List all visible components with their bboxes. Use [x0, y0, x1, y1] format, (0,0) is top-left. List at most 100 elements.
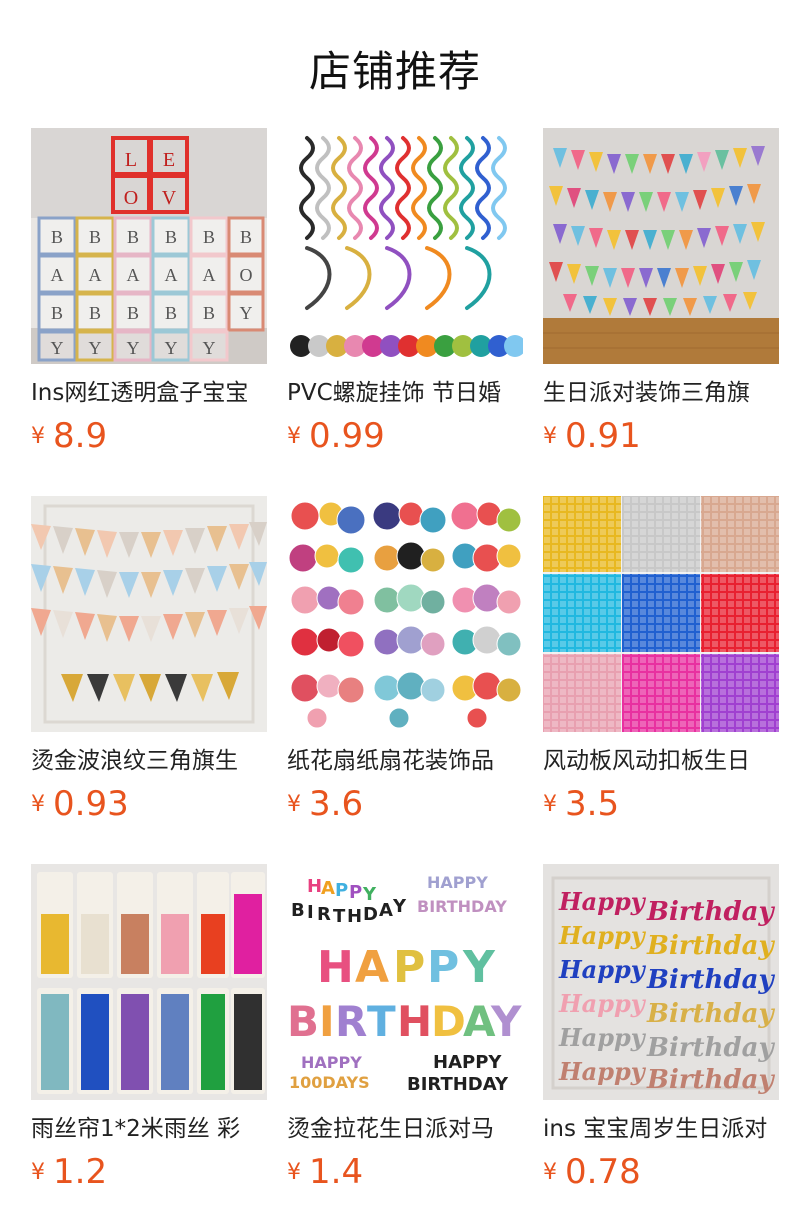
shop-recommend-page: 店铺推荐 L E O V B B B B B B A A A A A O B B… [0, 0, 790, 1232]
svg-text:O: O [240, 265, 253, 285]
product-card[interactable]: 烫金波浪纹三角旗生 ¥0.93 [31, 496, 267, 830]
svg-text:B: B [165, 227, 177, 247]
svg-text:O: O [124, 187, 138, 209]
product-card[interactable]: Happy Birthday Happy Birthday Happy Birthda… [543, 864, 779, 1198]
svg-text:B: B [89, 227, 101, 247]
svg-text:100DAYS: 100DAYS [289, 1073, 370, 1092]
product-card[interactable]: 风动板风动扣板生日 ¥3.5 [543, 496, 779, 830]
svg-text:BIRTHDAY: BIRTHDAY [407, 1074, 509, 1095]
product-card[interactable]: L E O V B B B B B B A A A A A O B B B B … [31, 128, 267, 462]
product-price: ¥8.9 [31, 416, 267, 456]
product-price: ¥0.93 [31, 784, 267, 824]
svg-text:Birthday: Birthday [646, 897, 775, 927]
pennant-banners-image[interactable] [543, 128, 779, 364]
product-name[interactable]: Ins网红透明盒子宝宝 [31, 378, 267, 408]
product-price: ¥3.5 [543, 784, 779, 824]
svg-text:H: H [347, 906, 362, 927]
svg-text:B: B [165, 303, 177, 323]
price-amount: 3.6 [309, 784, 364, 824]
product-name[interactable]: 烫金拉花生日派对马 [287, 1114, 523, 1144]
svg-text:P: P [335, 880, 348, 901]
svg-text:Birthday: Birthday [646, 931, 775, 961]
svg-text:H: H [307, 876, 322, 897]
currency-symbol: ¥ [543, 423, 557, 449]
paper-fans-image[interactable] [287, 496, 523, 732]
svg-text:A: A [203, 265, 216, 285]
gold-wave-pennants-image[interactable] [31, 496, 267, 732]
svg-text:L: L [125, 149, 137, 171]
svg-text:B: B [287, 997, 319, 1046]
currency-symbol: ¥ [543, 1159, 557, 1185]
currency-symbol: ¥ [287, 791, 301, 817]
product-name[interactable]: 烫金波浪纹三角旗生 [31, 746, 267, 776]
svg-text:A: A [321, 878, 335, 899]
svg-text:HAPPY: HAPPY [433, 1052, 502, 1073]
currency-symbol: ¥ [31, 1159, 45, 1185]
svg-text:Happy: Happy [558, 1023, 647, 1052]
svg-text:Y: Y [462, 942, 496, 993]
price-amount: 1.4 [309, 1152, 364, 1192]
product-card[interactable]: PVC螺旋挂饰 节日婚 ¥0.99 [287, 128, 523, 462]
svg-text:BIRTHDAY: BIRTHDAY [417, 897, 507, 916]
svg-text:Birthday: Birthday [646, 999, 775, 1029]
svg-text:B: B [203, 227, 215, 247]
happy-birthday-banner-image[interactable]: HAPPY BIRTHDAY HAPPY BIRTHDAY HAPPY BIRT… [287, 864, 523, 1100]
svg-text:Y: Y [240, 303, 253, 323]
svg-text:Y: Y [203, 338, 216, 358]
sequin-panels-image[interactable] [543, 496, 779, 732]
svg-text:HAPPY: HAPPY [301, 1053, 362, 1072]
svg-text:H: H [317, 942, 354, 993]
svg-text:E: E [163, 149, 175, 171]
svg-text:R: R [317, 904, 331, 925]
svg-text:B: B [291, 900, 305, 921]
svg-text:Happy: Happy [558, 1057, 647, 1086]
svg-text:Happy: Happy [558, 955, 647, 984]
svg-text:Y: Y [490, 997, 522, 1046]
svg-text:Y: Y [362, 884, 377, 905]
currency-symbol: ¥ [287, 1159, 301, 1185]
price-amount: 0.91 [565, 416, 641, 456]
product-card[interactable]: HAPPY BIRTHDAY HAPPY BIRTHDAY HAPPY BIRT… [287, 864, 523, 1198]
svg-text:Y: Y [392, 896, 407, 917]
svg-text:P: P [349, 882, 362, 903]
svg-text:Y: Y [51, 338, 64, 358]
svg-text:B: B [127, 303, 139, 323]
svg-text:T: T [367, 997, 396, 1046]
svg-text:Happy: Happy [558, 989, 647, 1018]
svg-text:H: H [397, 997, 432, 1046]
svg-text:R: R [335, 997, 367, 1046]
price-amount: 0.78 [565, 1152, 641, 1192]
product-card[interactable]: 雨丝帘1*2米雨丝 彩 ¥1.2 [31, 864, 267, 1198]
svg-text:A: A [355, 942, 389, 993]
svg-text:B: B [89, 303, 101, 323]
currency-symbol: ¥ [543, 791, 557, 817]
product-price: ¥1.4 [287, 1152, 523, 1192]
product-name[interactable]: PVC螺旋挂饰 节日婚 [287, 378, 523, 408]
svg-text:B: B [203, 303, 215, 323]
svg-text:Birthday: Birthday [646, 1033, 775, 1063]
product-card[interactable]: 生日派对装饰三角旗 ¥0.91 [543, 128, 779, 462]
svg-text:Birthday: Birthday [646, 1065, 775, 1095]
product-name[interactable]: ins 宝宝周岁生日派对 [543, 1114, 779, 1144]
foil-curtains-image[interactable] [31, 864, 267, 1100]
price-amount: 8.9 [53, 416, 108, 456]
svg-text:Happy: Happy [558, 887, 647, 916]
price-amount: 0.93 [53, 784, 129, 824]
product-name[interactable]: 生日派对装饰三角旗 [543, 378, 779, 408]
product-name[interactable]: 风动板风动扣板生日 [543, 746, 779, 776]
product-price: ¥0.99 [287, 416, 523, 456]
spiral-hangings-image[interactable] [287, 128, 523, 364]
product-card[interactable]: 纸花扇纸扇花装饰品 ¥3.6 [287, 496, 523, 830]
product-price: ¥0.91 [543, 416, 779, 456]
currency-symbol: ¥ [31, 423, 45, 449]
price-amount: 3.5 [565, 784, 620, 824]
letter-boxes-image[interactable]: L E O V B B B B B B A A A A A O B B B B … [31, 128, 267, 364]
svg-text:D: D [431, 997, 466, 1046]
product-grid: L E O V B B B B B B A A A A A O B B B B … [31, 128, 779, 1198]
svg-text:B: B [127, 227, 139, 247]
happy-birthday-script-image[interactable]: Happy Birthday Happy Birthday Happy Birthda… [543, 864, 779, 1100]
product-name[interactable]: 纸花扇纸扇花装饰品 [287, 746, 523, 776]
currency-symbol: ¥ [31, 791, 45, 817]
svg-text:V: V [162, 187, 177, 209]
product-name[interactable]: 雨丝帘1*2米雨丝 彩 [31, 1114, 267, 1144]
